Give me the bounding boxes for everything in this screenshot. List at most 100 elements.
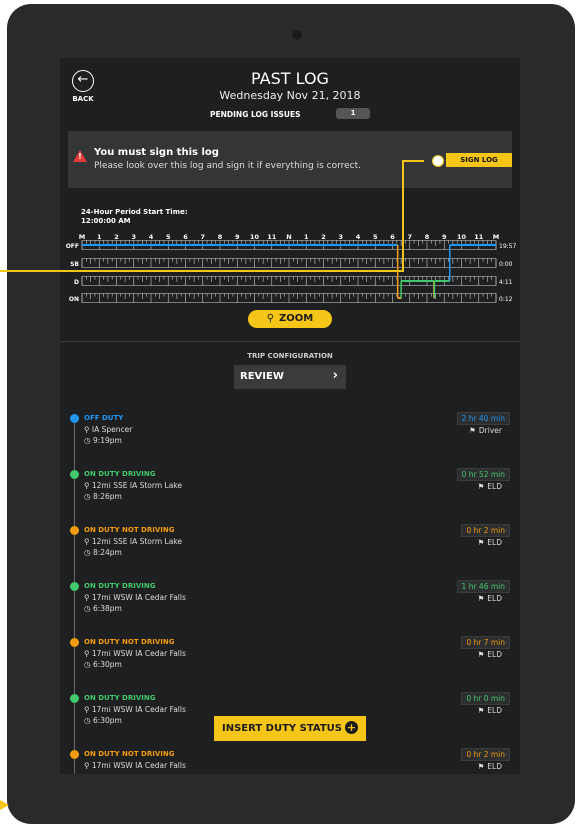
event-status: ON DUTY DRIVING — [84, 694, 156, 702]
hour-label: M — [493, 233, 499, 241]
review-label: REVIEW — [240, 371, 284, 382]
location-text: 17mi WSW IA Cedar Falls — [91, 649, 186, 658]
event-location: ⚲ 17mi WSW IA Cedar Falls — [84, 593, 186, 602]
event-duration: 1 hr 46 min — [456, 580, 510, 593]
row-label: OFF — [66, 243, 79, 250]
hour-label: 4 — [149, 233, 154, 241]
insert-label: INSERT DUTY STATUS — [222, 723, 342, 734]
page-date: Wednesday Nov 21, 2018 — [219, 89, 361, 102]
alert-title: You must sign this log — [94, 147, 219, 158]
location-text: IA Spencer — [91, 425, 133, 434]
status-dot — [70, 638, 79, 647]
event-status: ON DUTY NOT DRIVING — [84, 526, 175, 534]
duty-event[interactable]: ON DUTY NOT DRIVING ⚲ 12mi SSE IA Storm L… — [60, 524, 520, 570]
event-status: ON DUTY DRIVING — [84, 470, 156, 478]
hour-label: 4 — [356, 233, 361, 241]
hour-label: 11 — [474, 233, 484, 241]
origin-text: ELD — [487, 482, 502, 491]
insert-duty-status-button[interactable]: INSERT DUTY STATUS + — [214, 716, 366, 741]
hour-label: 6 — [183, 233, 188, 241]
time-text: 6:30pm — [92, 660, 122, 669]
flag-icon: ⚑ — [477, 538, 485, 547]
row-label: D — [74, 279, 79, 286]
origin-text: ELD — [487, 538, 502, 547]
duty-event[interactable]: ON DUTY DRIVING ⚲ 12mi SSE IA Storm Lake ◷… — [60, 468, 520, 514]
event-duration: 0 hr 0 min — [461, 692, 510, 705]
clock-icon: ◷ — [84, 660, 93, 669]
hour-label: M — [79, 233, 85, 241]
location-pin-icon: ⚲ — [84, 761, 92, 770]
divider — [60, 341, 520, 342]
alert-message: Please look over this log and sign it if… — [94, 161, 361, 171]
zoom-label: ZOOM — [279, 313, 314, 324]
time-text: 9:19pm — [92, 436, 122, 445]
trip-config-label: TRIP CONFIGURATION — [247, 352, 333, 360]
hour-label: 7 — [200, 233, 205, 241]
status-dot — [70, 526, 79, 535]
hour-label: 3 — [131, 233, 136, 241]
hour-label: 7 — [407, 233, 412, 241]
event-time: ◷ 6:38pm — [84, 604, 122, 613]
event-origin: ⚑ ELD — [478, 538, 502, 547]
origin-text: ELD — [487, 706, 502, 715]
hour-label: 11 — [267, 233, 277, 241]
event-duration: 0 hr 7 min — [461, 636, 510, 649]
time-text: 8:24pm — [92, 548, 122, 557]
clock-icon: ◷ — [84, 492, 93, 501]
origin-text: ELD — [487, 650, 502, 659]
status-dot — [70, 470, 79, 479]
location-text: 17mi WSW IA Cedar Falls — [91, 761, 186, 770]
time-text: 6:30pm — [92, 716, 122, 725]
clock-icon: ◷ — [84, 548, 93, 557]
location-text: 12mi SSE IA Storm Lake — [91, 537, 182, 546]
event-status: ON DUTY NOT DRIVING — [84, 750, 175, 758]
hour-label: 6 — [390, 233, 395, 241]
callout-dot — [432, 155, 444, 167]
screen: BACK PAST LOG Wednesday Nov 21, 2018 PEN… — [60, 58, 520, 774]
review-button[interactable]: REVIEW › — [234, 365, 346, 389]
zoom-button[interactable]: ⚲ ZOOM — [248, 310, 332, 328]
row-label: SB — [70, 261, 79, 268]
zoom-icon: ⚲ — [266, 313, 275, 324]
hour-label: 3 — [338, 233, 343, 241]
status-dot — [70, 414, 79, 423]
event-duration: 0 hr 2 min — [461, 748, 510, 761]
event-location: ⚲ 12mi SSE IA Storm Lake — [84, 481, 182, 490]
duty-event[interactable]: OFF DUTY ⚲ IA Spencer ◷ 9:19pm 2 hr 40 min ⚑… — [60, 412, 520, 458]
event-origin: ⚑ ELD — [478, 762, 502, 771]
duty-event[interactable]: ON DUTY NOT DRIVING ⚲ 17mi WSW IA Cedar F… — [60, 748, 520, 774]
event-status: OFF DUTY — [84, 414, 124, 422]
event-time: ◷ 8:24pm — [84, 548, 122, 557]
event-time: ◷ 6:30pm — [84, 660, 122, 669]
flag-icon: ⚑ — [477, 594, 485, 603]
clock-icon: ◷ — [84, 716, 93, 725]
event-time: ◷ 8:26pm — [84, 492, 122, 501]
duty-status-graph[interactable]: M 1 2 3 4 5 6 7 8 9 10 11 N 1 2 3 4 5 6 7 8 9 10 11 MOFF 19:57SB 0… — [60, 233, 520, 308]
location-pin-icon: ⚲ — [84, 425, 92, 434]
status-dot — [70, 750, 79, 759]
duty-event[interactable]: ON DUTY NOT DRIVING ⚲ 17mi WSW IA Cedar F… — [60, 636, 520, 682]
time-text: 6:38pm — [92, 604, 122, 613]
hour-label: 2 — [114, 233, 119, 241]
duty-event[interactable]: ON DUTY DRIVING ⚲ 17mi WSW IA Cedar Falls… — [60, 580, 520, 626]
row-label: ON — [69, 296, 79, 303]
event-duration: 2 hr 40 min — [456, 412, 510, 425]
hour-label: 5 — [373, 233, 378, 241]
camera — [292, 30, 302, 40]
sign-log-button[interactable]: SIGN LOG — [446, 153, 512, 167]
chevron-right-icon: › — [332, 368, 338, 383]
event-duration: 0 hr 52 min — [456, 468, 510, 481]
flag-icon: ⚑ — [477, 762, 485, 771]
hour-label: 5 — [166, 233, 171, 241]
period-label: 24-Hour Period Start Time: — [81, 208, 188, 216]
event-origin: ⚑ ELD — [478, 594, 502, 603]
location-text: 17mi WSW IA Cedar Falls — [91, 593, 186, 602]
status-dot — [70, 582, 79, 591]
location-pin-icon: ⚲ — [84, 705, 92, 714]
origin-text: ELD — [487, 594, 502, 603]
flag-icon: ⚑ — [469, 426, 476, 435]
period-start: 24-Hour Period Start Time: 12:00:00 AM — [81, 208, 188, 226]
event-location: ⚲ IA Spencer — [84, 425, 132, 434]
event-origin: ⚑ ELD — [478, 482, 502, 491]
pending-issues-badge[interactable]: 1 — [336, 108, 370, 119]
